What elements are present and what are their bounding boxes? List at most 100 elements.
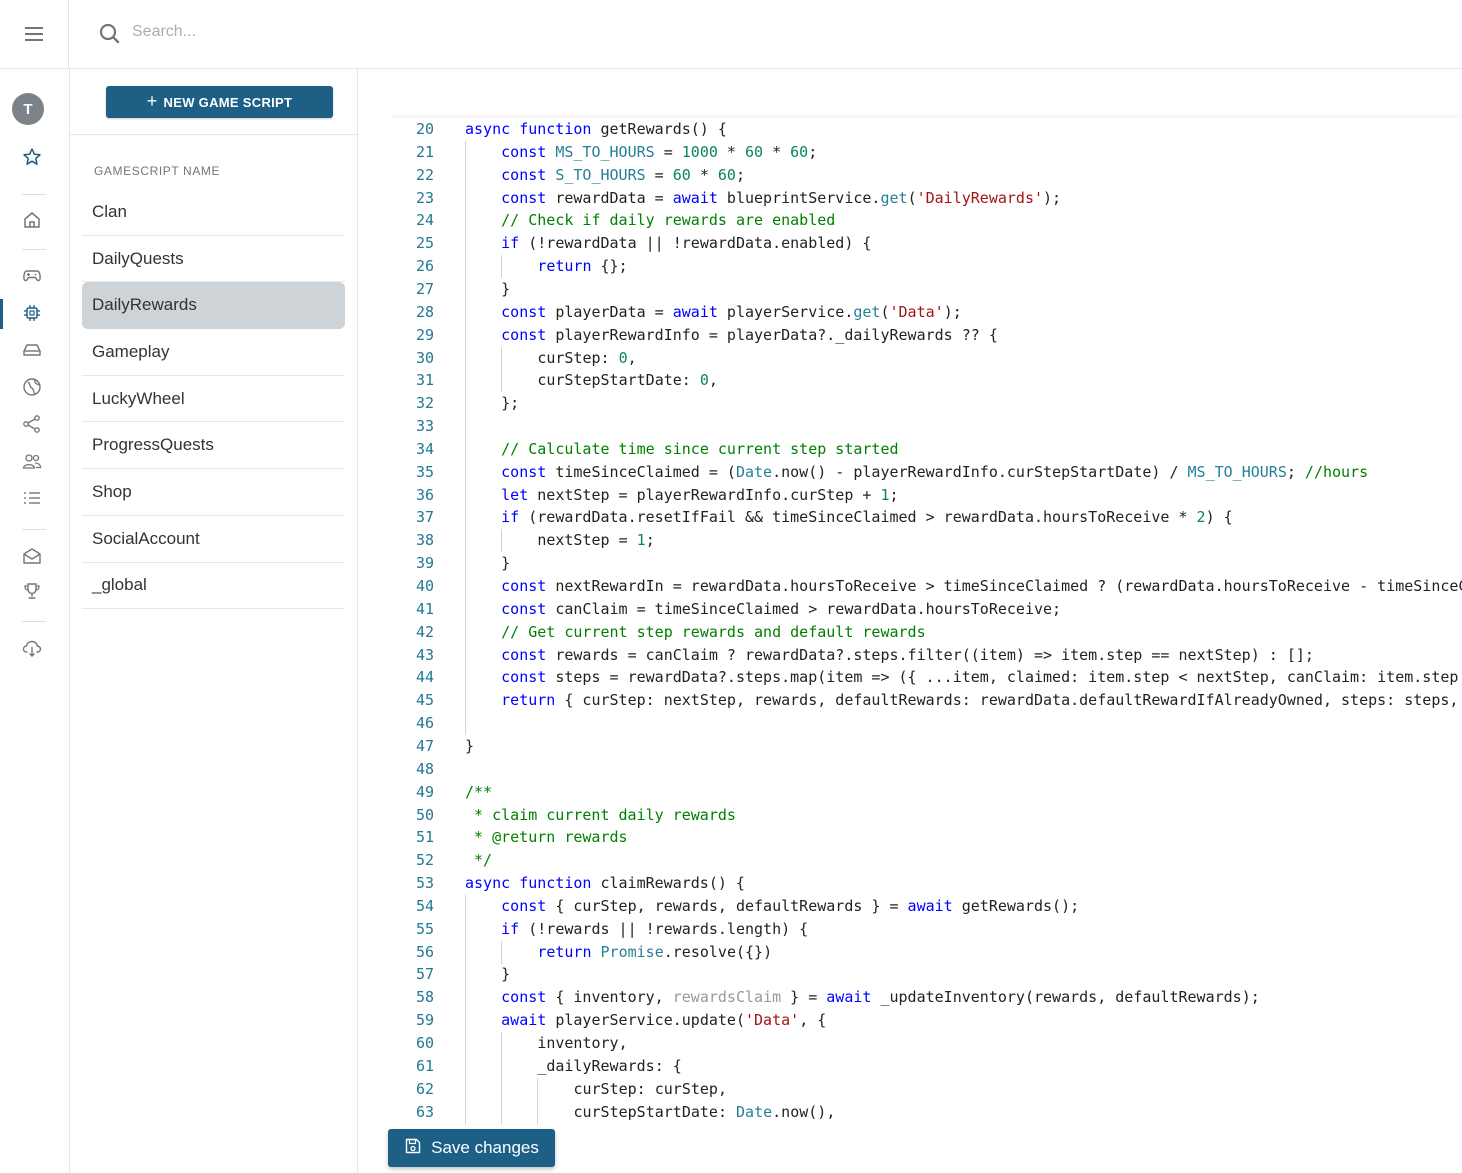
code-token: _dailyRewards: {	[537, 1056, 682, 1075]
line-code: async function claimRewards() {	[465, 872, 745, 895]
avatar[interactable]: T	[12, 93, 44, 125]
new-game-script-label: NEW GAME SCRIPT	[163, 94, 293, 110]
script-item[interactable]: _global	[82, 563, 345, 610]
code-token: // Check if daily rewards are enabled	[501, 211, 836, 230]
line-number: 34	[415, 439, 434, 458]
code-line: 27}	[388, 277, 1462, 301]
code-token: curStepStartDate:	[537, 371, 700, 390]
code-line: 46	[388, 712, 1462, 736]
line-code: }	[501, 278, 510, 301]
code-line: 61 _dailyRewards: {	[388, 1054, 1462, 1078]
rail-divider	[22, 621, 46, 622]
indent-guide	[501, 1054, 503, 1078]
code-token: const	[501, 325, 547, 344]
code-token: {};	[591, 257, 628, 276]
code-token: ,	[627, 348, 637, 367]
code-line: 45 return { curStep: nextStep, rewards, d…	[388, 689, 1462, 713]
code-token: 'DailyRewards'	[916, 188, 1044, 207]
line-number: 44	[415, 668, 434, 687]
line-code: * @return rewards	[465, 826, 628, 849]
script-item[interactable]: Shop	[82, 469, 345, 516]
cloud-download-icon[interactable]	[20, 636, 44, 660]
indent-guide	[465, 552, 466, 576]
code-token: curStep:	[537, 348, 619, 367]
line-number: 40	[415, 577, 434, 595]
code-token: if	[501, 234, 520, 253]
indent-guide	[537, 1100, 539, 1124]
new-game-script-button[interactable]: + NEW GAME SCRIPT	[106, 86, 333, 118]
code-token: (	[880, 302, 890, 321]
star-icon[interactable]	[20, 145, 44, 169]
line-code: // Calculate time since current step sta…	[501, 438, 898, 461]
chip-icon[interactable]	[20, 301, 44, 325]
code-editor[interactable]: 20 async function getRewards() {21 const M…	[388, 118, 1462, 1124]
line-number: 47	[415, 736, 434, 755]
indent-guide	[501, 940, 503, 964]
code-line: 30 curStep: 0,	[388, 346, 1462, 370]
code-token: ;	[1286, 462, 1305, 481]
indent-guide	[465, 415, 466, 439]
line-code: return Promise.resolve({})	[537, 941, 772, 964]
line-code: const rewardData = await blueprintServic…	[501, 187, 1061, 210]
script-item[interactable]: SocialAccount	[82, 516, 345, 563]
share-icon[interactable]	[20, 412, 44, 436]
code-line: 52 */	[388, 849, 1462, 872]
code-token: const	[501, 668, 547, 687]
drive-icon[interactable]	[20, 338, 44, 362]
hamburger-menu-icon[interactable]	[0, 0, 69, 68]
script-item[interactable]: DailyRewards	[82, 282, 345, 330]
mail-icon[interactable]	[20, 544, 44, 568]
code-line: 26 return {};	[388, 255, 1462, 279]
code-token: return	[501, 691, 556, 710]
home-icon[interactable]	[20, 208, 44, 232]
line-number: 48	[415, 759, 434, 778]
code-token: nextStep = playerRewardInfo.curStep +	[528, 485, 881, 504]
indent-guide	[465, 392, 466, 416]
code-line: 47}	[388, 735, 1462, 758]
line-code: return {};	[537, 255, 627, 278]
indent-guide	[501, 1077, 503, 1101]
indent-guide	[501, 1100, 503, 1124]
code-line: 63 curStepStartDate: Date.now(),	[388, 1100, 1462, 1124]
indent-guide	[465, 620, 466, 644]
code-token: const	[501, 645, 547, 664]
users-icon[interactable]	[20, 449, 44, 473]
code-token: } =	[781, 988, 827, 1007]
line-code: // Get current step rewards and default …	[501, 621, 925, 644]
save-changes-button[interactable]: Save changes	[388, 1129, 555, 1167]
script-item[interactable]: Gameplay	[82, 329, 345, 376]
script-item[interactable]: ProgressQuests	[82, 422, 345, 470]
code-token: , {	[799, 1011, 827, 1030]
script-item[interactable]: Clan	[82, 189, 345, 236]
script-item[interactable]: DailyQuests	[82, 236, 345, 283]
code-line: 49 /**	[388, 781, 1462, 804]
line-number: 32	[415, 394, 434, 413]
line-code: */	[465, 849, 492, 872]
globe-icon[interactable]	[20, 375, 44, 399]
search-input[interactable]	[132, 18, 532, 46]
gamepad-icon[interactable]	[20, 263, 44, 287]
line-number: 56	[415, 942, 434, 961]
line-code: const rewards = canClaim ? rewardData?.s…	[501, 644, 1314, 667]
indent-guide	[465, 323, 466, 347]
code-token: /**	[465, 782, 493, 801]
line-number: 39	[415, 554, 434, 573]
code-token: _updateInventory(rewards, defaultRewards…	[871, 988, 1260, 1007]
line-number: 30	[415, 348, 434, 367]
script-item[interactable]: LuckyWheel	[82, 376, 345, 423]
indent-guide	[465, 529, 466, 553]
trophy-icon[interactable]	[20, 579, 44, 603]
code-token: ;	[735, 165, 745, 184]
code-line: 20 async function getRewards() {	[388, 118, 1462, 141]
line-number: 59	[415, 1011, 434, 1030]
code-token: ;	[889, 485, 899, 504]
code-line: 34 // Calculate time since current step s…	[388, 437, 1462, 461]
code-token: playerService.update(	[546, 1011, 745, 1030]
list-icon[interactable]	[20, 486, 44, 510]
code-token: blueprintService.	[717, 188, 881, 207]
code-line: 25 if (!rewardData || !rewardData.enabled…	[388, 232, 1462, 256]
code-token: =	[645, 165, 673, 184]
indent-guide	[465, 1032, 466, 1055]
code-line: 50 * claim current daily rewards	[388, 804, 1462, 827]
